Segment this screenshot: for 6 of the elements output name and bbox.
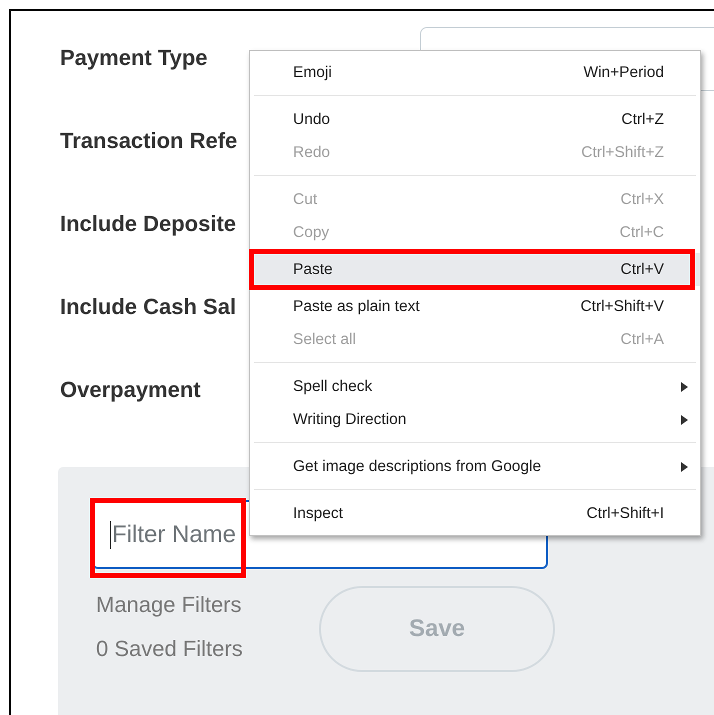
field-label: Payment Type [60, 45, 208, 71]
saved-filters-count: 0 Saved Filters [96, 636, 244, 662]
field-label: Overpayment [60, 377, 201, 403]
field-label: Include Deposite [60, 211, 236, 237]
field-label: Include Cash Sal [60, 294, 236, 320]
field-label: Transaction Refe [60, 128, 238, 154]
